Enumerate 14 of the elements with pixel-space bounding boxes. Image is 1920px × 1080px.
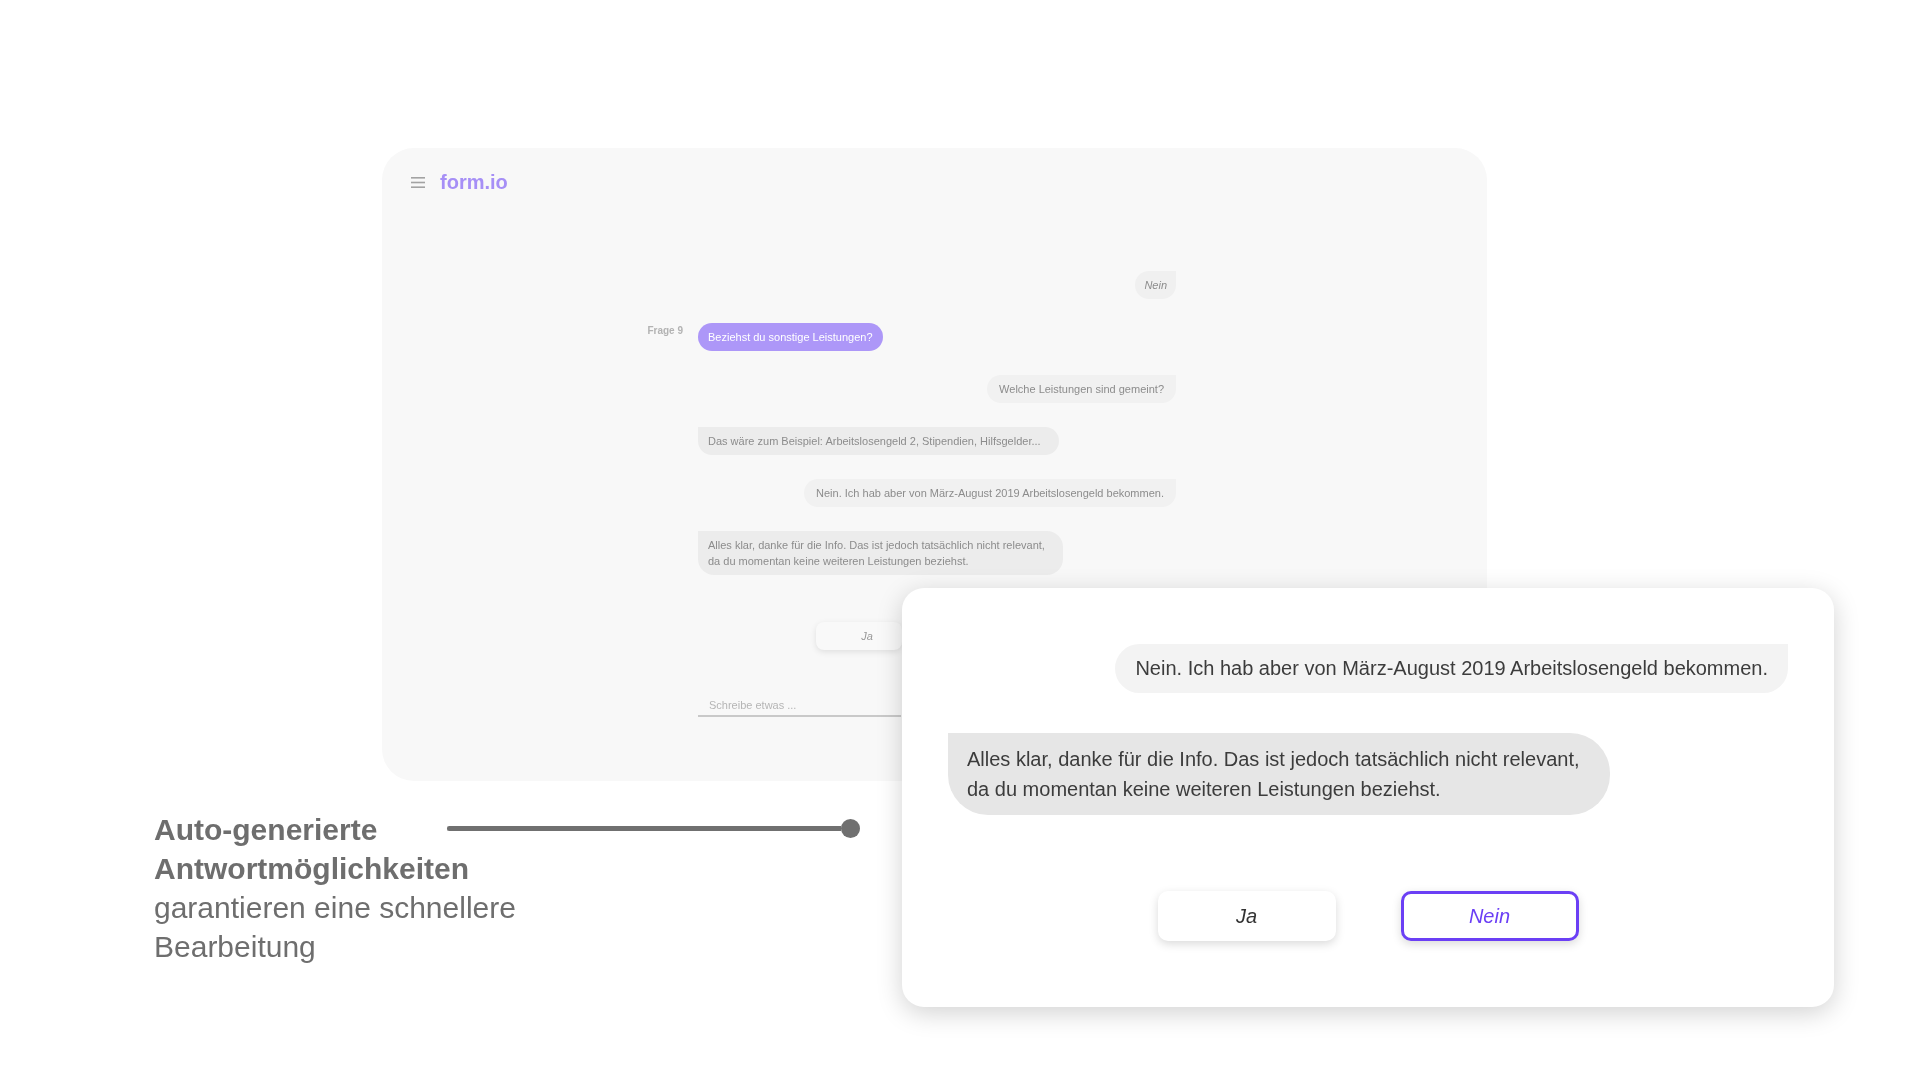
message-bubble: Alles klar, danke für die Info. Das ist jedoch tatsächlich nicht relevant, da du momentan keine weiteren Leistungen beziehst. bbox=[948, 733, 1610, 815]
question-number: Frage 9 bbox=[646, 324, 683, 338]
slider-thumb[interactable] bbox=[841, 819, 860, 838]
answer-chip: Nein bbox=[1135, 271, 1176, 299]
app-logo: form.io bbox=[440, 170, 508, 194]
message-bubble: Nein. Ich hab aber von März-August 2019 Arbeitslosengeld bekommen. bbox=[804, 479, 1176, 507]
caption-text: Auto-generierte Antwortmöglichkeiten garantieren eine schnellere Bearbeitung bbox=[154, 812, 517, 965]
message-bubble: Nein. Ich hab aber von März-August 2019 Arbeitslosengeld bekommen. bbox=[1115, 644, 1788, 693]
message-bubble: Welche Leistungen sind gemeint? bbox=[987, 375, 1176, 403]
message-bubble: Alles klar, danke für die Info. Das ist jedoch tatsächlich nicht relevant, da du momentan keine weiteren Leistungen beziehst. bbox=[698, 531, 1063, 575]
message-bubble: Das wäre zum Beispiel: Arbeitslosengeld 2, Stipendien, Hilfsgelder... bbox=[698, 427, 1059, 455]
question-bubble: Beziehst du sonstige Leistungen? bbox=[698, 323, 883, 351]
answer-button[interactable]: Nein bbox=[1400, 891, 1579, 941]
message-input[interactable]: Schreibe etwas ... bbox=[698, 695, 901, 717]
